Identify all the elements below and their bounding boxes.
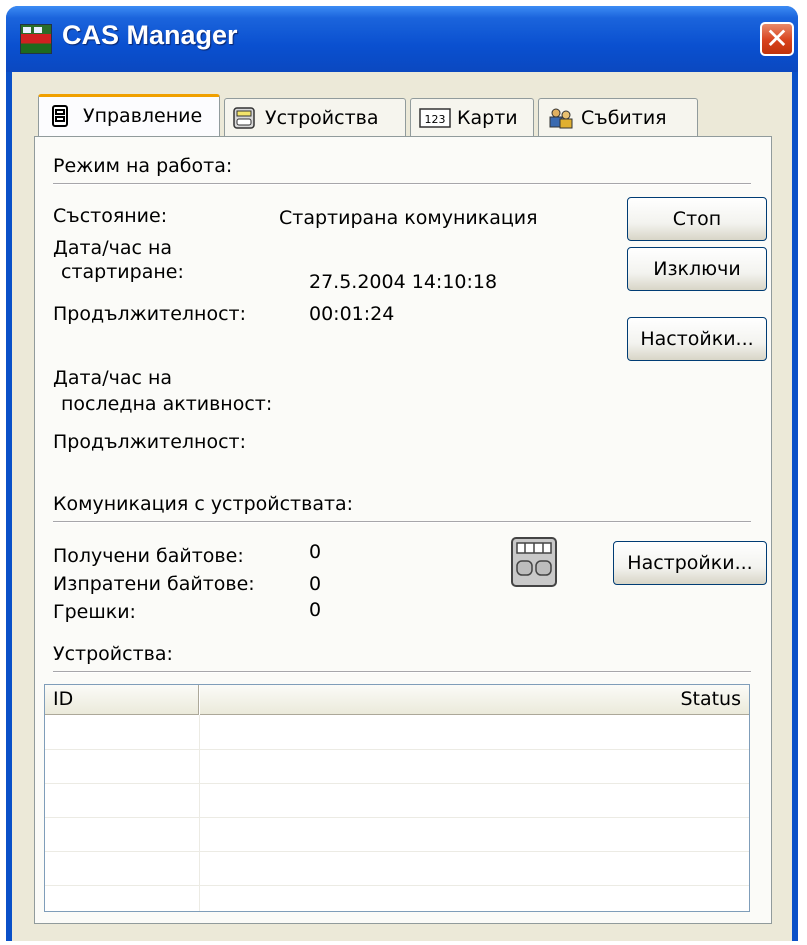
column-header-id[interactable]: ID: [45, 685, 199, 715]
comm-settings-button-label: Настройки...: [627, 552, 753, 574]
tab-control[interactable]: Управление: [38, 94, 220, 138]
control-icon: [52, 105, 68, 127]
tab-label: Карти: [457, 107, 518, 129]
column-header-status-label: Status: [680, 688, 741, 710]
title-bar[interactable]: CAS Manager ✕: [6, 6, 798, 72]
status-value: Стартирана комуникация: [279, 207, 538, 229]
close-icon: ✕: [765, 22, 789, 55]
window-title: CAS Manager: [62, 20, 238, 50]
duration-label: Продължителност:: [53, 303, 247, 325]
events-people-icon: [549, 108, 573, 129]
tab-cards[interactable]: 123 Карти: [410, 98, 534, 138]
mode-separator: [53, 183, 751, 185]
devices-list[interactable]: ID Status: [44, 684, 750, 912]
errors-label: Грешки:: [53, 601, 136, 623]
start-label: стартиране:: [61, 261, 184, 283]
column-divider: [199, 715, 200, 911]
shutdown-button-label: Изключи: [653, 258, 741, 280]
stop-button[interactable]: Стоп: [627, 197, 767, 241]
start-value: 27.5.2004 14:10:18: [309, 271, 498, 293]
devices-separator: [53, 671, 751, 673]
received-bytes-value: 0: [309, 541, 322, 563]
list-row-line: [45, 749, 749, 750]
comm-settings-button[interactable]: Настройки...: [613, 541, 767, 585]
comm-separator: [53, 521, 751, 523]
received-bytes-label: Получени байтове:: [53, 545, 244, 567]
app-window: CAS Manager ✕ Управление Устройства 123 …: [6, 6, 798, 941]
sent-bytes-value: 0: [309, 573, 322, 595]
device-status-icon: [511, 537, 557, 587]
shutdown-button[interactable]: Изключи: [627, 247, 767, 291]
tab-devices[interactable]: Устройства: [224, 98, 406, 138]
client-area: Управление Устройства 123 Карти Събития …: [12, 72, 792, 941]
tab-events[interactable]: Събития: [538, 98, 698, 138]
devices-heading: Устройства:: [53, 643, 173, 665]
list-row-line: [45, 817, 749, 818]
device-icon: [233, 107, 255, 129]
errors-value: 0: [309, 599, 322, 621]
settings-button[interactable]: Настойки...: [627, 317, 767, 361]
last-duration-label: Продължителност:: [53, 431, 247, 453]
last-activity-label: Дата/час на: [53, 367, 173, 389]
duration-value: 00:01:24: [309, 303, 395, 325]
start-label: Дата/час на: [53, 237, 173, 259]
list-row-line: [45, 783, 749, 784]
list-row-line: [45, 885, 749, 886]
settings-button-label: Настойки...: [640, 328, 754, 350]
svg-text:123: 123: [425, 113, 446, 126]
status-label: Състояние:: [53, 205, 168, 227]
tab-label: Устройства: [265, 107, 379, 129]
last-activity-label: последна активност:: [61, 393, 273, 415]
comm-heading: Комуникация с устройствата:: [53, 493, 354, 515]
list-row-line: [45, 851, 749, 852]
column-header-id-label: ID: [53, 688, 74, 710]
close-button[interactable]: ✕: [760, 22, 794, 56]
stop-button-label: Стоп: [672, 208, 722, 230]
cards-123-icon: 123: [419, 108, 451, 128]
app-icon: [20, 24, 52, 54]
tab-label: Събития: [581, 107, 667, 129]
tab-label: Управление: [83, 105, 203, 127]
mode-heading: Режим на работа:: [53, 155, 233, 177]
column-header-status[interactable]: Status: [200, 685, 749, 715]
sent-bytes-label: Изпратени байтове:: [53, 573, 255, 595]
